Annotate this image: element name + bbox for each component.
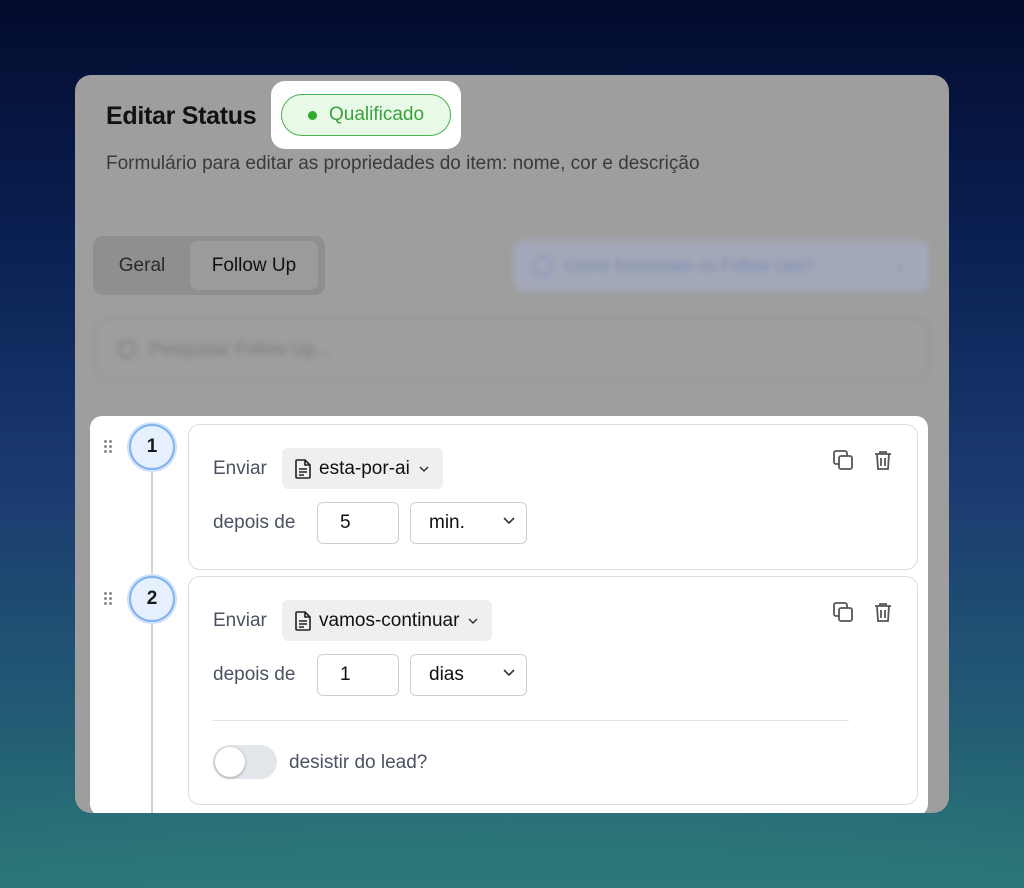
trash-icon[interactable]	[871, 600, 895, 624]
step-number: 2	[129, 576, 175, 622]
after-label: depois de	[213, 512, 296, 533]
template-select[interactable]: esta-por-ai	[282, 448, 443, 489]
give-up-lead-label: desistir do lead?	[289, 752, 428, 773]
chevron-down-icon	[419, 465, 429, 472]
delay-unit-value: dias	[429, 664, 464, 685]
chevron-down-icon	[468, 617, 478, 624]
document-icon	[295, 610, 311, 631]
chevron-down-icon: ⌄	[892, 256, 907, 275]
search-input[interactable]: Pesquisar Follow Up...	[95, 319, 929, 379]
tab-follow-up[interactable]: Follow Up	[190, 241, 318, 290]
chevron-down-icon	[503, 517, 515, 525]
timeline-line	[151, 466, 153, 813]
search-icon	[118, 340, 136, 358]
modal-subtitle: Formulário para editar as propriedades d…	[106, 153, 700, 174]
follow-up-step-card: Enviar esta-por-ai depois de 5 min.	[188, 424, 918, 570]
template-name: esta-por-ai	[319, 457, 410, 479]
drag-handle-icon[interactable]	[104, 440, 114, 454]
document-icon	[295, 458, 311, 479]
delay-unit-select[interactable]: min.	[410, 502, 527, 544]
search-placeholder: Pesquisar Follow Up...	[150, 338, 331, 359]
step-number: 1	[129, 424, 175, 470]
template-name: vamos-continuar	[319, 609, 460, 631]
trash-icon[interactable]	[871, 448, 895, 472]
send-label: Enviar	[213, 610, 267, 631]
give-up-lead-toggle[interactable]	[213, 745, 277, 779]
status-dot-icon	[307, 110, 317, 120]
help-dropdown[interactable]: Como funcionam os Follow Ups? ⌄	[513, 240, 929, 292]
follow-up-steps-panel: 1 Enviar esta-por-ai depois de 5 min. 2 …	[90, 416, 928, 813]
send-label: Enviar	[213, 458, 267, 479]
tab-geral[interactable]: Geral	[98, 241, 186, 290]
copy-icon[interactable]	[831, 600, 855, 624]
delay-unit-select[interactable]: dias	[410, 654, 527, 696]
divider	[213, 720, 849, 721]
delay-unit-value: min.	[429, 512, 465, 533]
delay-amount-input[interactable]: 5	[317, 502, 399, 544]
edit-status-modal: Editar Status Qualificado Formulário par…	[75, 75, 949, 813]
follow-up-step-card: Enviar vamos-continuar depois de 1 dias …	[188, 576, 918, 805]
help-dropdown-label: Como funcionam os Follow Ups?	[565, 256, 815, 275]
template-select[interactable]: vamos-continuar	[282, 600, 493, 641]
copy-icon[interactable]	[831, 448, 855, 472]
status-badge[interactable]: Qualificado	[281, 94, 451, 136]
modal-title: Editar Status	[106, 102, 257, 130]
drag-handle-icon[interactable]	[104, 592, 114, 606]
delay-amount-input[interactable]: 1	[317, 654, 399, 696]
status-badge-highlight: Qualificado	[271, 81, 461, 149]
after-label: depois de	[213, 664, 296, 685]
chevron-down-icon	[503, 669, 515, 677]
question-circle-icon	[533, 256, 553, 276]
tab-list: Geral Follow Up	[93, 236, 325, 295]
status-badge-label: Qualificado	[328, 104, 425, 125]
toggle-knob	[215, 747, 245, 777]
